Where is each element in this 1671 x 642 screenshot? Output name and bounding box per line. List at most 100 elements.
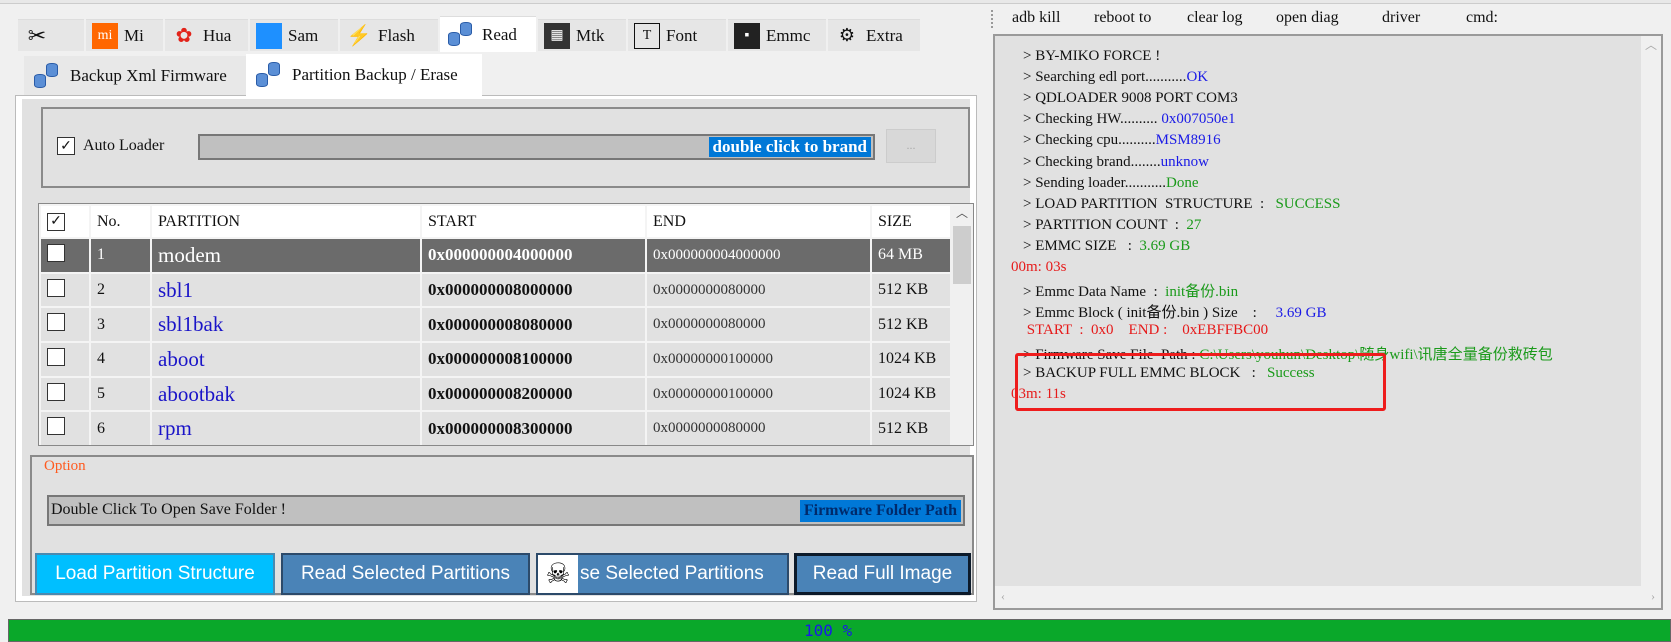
row-checkbox[interactable] xyxy=(47,313,65,332)
read-full-image-button[interactable]: Read Full Image xyxy=(794,553,971,595)
log-segment: 27 xyxy=(1186,216,1202,233)
tab-mi[interactable]: mi Mi xyxy=(86,19,163,51)
log-output: > BY-MIKO FORCE ! > Searching edl port...… xyxy=(993,34,1663,610)
log-segment: 00m: 03s xyxy=(1011,259,1067,275)
subtab-0[interactable]: Backup Xml Firmware xyxy=(24,56,246,95)
toolbar-cmd[interactable]: cmd: xyxy=(1466,9,1498,27)
select-all-checkbox[interactable]: ✓ xyxy=(47,212,65,231)
log-segment: > Checking brand........ xyxy=(1023,153,1161,170)
table-row[interactable]: 5 abootbak 0x000000008200000 0x000000001… xyxy=(39,375,952,413)
tab-font[interactable]: T Font xyxy=(628,19,726,51)
scroll-left-icon[interactable]: ‹ xyxy=(1001,589,1005,605)
log-line: > PARTITION COUNT : 27 xyxy=(1023,217,1201,234)
row-end: 0x0000000080000 xyxy=(645,271,872,309)
table-row[interactable]: 1 modem 0x000000004000000 0x000000004000… xyxy=(39,237,952,274)
toolbar-driver[interactable]: driver xyxy=(1382,9,1420,27)
tab-flash[interactable]: ⚡ Flash xyxy=(340,19,438,51)
row-checkbox[interactable] xyxy=(47,278,65,297)
erase-selected-label: se Selected Partitions xyxy=(580,563,764,584)
log-segment: SUCCESS xyxy=(1275,195,1341,212)
tab-label: Font xyxy=(666,25,698,45)
tab-sam[interactable]: Sam xyxy=(250,19,338,51)
row-start: 0x000000008200000 xyxy=(420,375,647,413)
log-segment: > EMMC SIZE : xyxy=(1023,237,1140,254)
read-selected-partitions-button[interactable]: Read Selected Partitions xyxy=(281,553,530,595)
subtab-1[interactable]: Partition Backup / Erase xyxy=(246,54,482,96)
scroll-right-icon[interactable]: › xyxy=(1651,589,1655,605)
tab-mtk[interactable]: ▦ Mtk xyxy=(538,19,626,51)
tab-tools[interactable]: ✂ xyxy=(18,19,84,51)
row-no: 6 xyxy=(89,410,152,445)
header-size[interactable]: SIZE xyxy=(870,204,952,239)
log-segment: 0x007050e1 xyxy=(1161,111,1236,128)
scroll-up-icon[interactable]: ︿ xyxy=(950,204,973,224)
tab-label: Mtk xyxy=(576,25,605,45)
log-segment: 3.69 GB xyxy=(1139,237,1191,254)
table-row[interactable]: 2 sbl1 0x000000008000000 0x0000000080000… xyxy=(39,271,952,309)
log-segment: > Checking cpu.......... xyxy=(1023,132,1156,149)
log-segment: > Sending loader........... xyxy=(1023,174,1167,191)
log-hscrollbar[interactable]: ‹ › xyxy=(995,586,1661,608)
tab-extra[interactable]: ⚙ Extra xyxy=(828,19,920,51)
table-row[interactable]: 4 aboot 0x000000008100000 0x000000001000… xyxy=(39,341,952,378)
table-row[interactable]: 3 sbl1bak 0x000000008080000 0x0000000080… xyxy=(39,306,952,344)
scroll-thumb[interactable] xyxy=(953,226,971,284)
row-partition: sbl1bak xyxy=(150,306,422,344)
tab-read[interactable]: Read xyxy=(440,16,536,52)
row-partition: modem xyxy=(150,237,422,274)
log-scrollbar[interactable]: ︿ xyxy=(1641,36,1661,586)
row-checkbox[interactable] xyxy=(47,417,65,436)
row-end: 0x0000000080000 xyxy=(645,306,872,344)
tab-emmc[interactable]: ▪ Emmc xyxy=(728,19,826,51)
toolbar-adb-kill[interactable]: adb kill xyxy=(1012,9,1060,27)
table-scrollbar[interactable]: ︿ xyxy=(950,204,973,445)
subtab-label: Partition Backup / Erase xyxy=(292,65,458,84)
toolbar-open-diag[interactable]: open diag xyxy=(1276,9,1339,27)
log-line: > Emmc Block ( init备份.bin ) Size : 3.69 … xyxy=(1023,301,1326,322)
row-end: 0x0000000080000 xyxy=(645,410,872,445)
row-checkbox[interactable] xyxy=(47,382,65,401)
log-segment: > LOAD PARTITION STRUCTURE : xyxy=(1023,195,1276,212)
partition-table: ✓ No. PARTITION START END SIZE 1 modem 0… xyxy=(38,203,974,446)
tools-icon: ✂ xyxy=(27,22,47,48)
header-end[interactable]: END xyxy=(645,204,872,239)
row-start: 0x000000004000000 xyxy=(420,237,647,274)
toolbar-reboot-to[interactable]: reboot to xyxy=(1094,9,1151,27)
log-line: > Searching edl port...........OK xyxy=(1023,69,1208,86)
log-segment: > PARTITION COUNT : xyxy=(1023,216,1187,233)
table-row[interactable]: 6 rpm 0x000000008300000 0x0000000080000 … xyxy=(39,410,952,445)
load-partition-structure-button[interactable]: Load Partition Structure xyxy=(35,553,275,595)
row-no: 5 xyxy=(89,375,152,413)
erase-selected-partitions-button[interactable]: ☠ se Selected Partitions xyxy=(536,553,789,595)
row-partition: aboot xyxy=(150,341,422,378)
tab-hua[interactable]: ✿ Hua xyxy=(165,19,248,51)
row-start: 0x000000008080000 xyxy=(420,306,647,344)
tab-label: Flash xyxy=(378,25,415,45)
chip-icon: ▦ xyxy=(544,22,570,49)
database-icon xyxy=(446,20,476,50)
firmware-folder-path[interactable]: Firmware Folder Path xyxy=(799,500,961,522)
log-line: > Checking cpu..........MSM8916 xyxy=(1023,132,1221,149)
save-folder-text: Double Click To Open Save Folder ! xyxy=(51,501,286,518)
header-partition[interactable]: PARTITION xyxy=(150,204,422,239)
header-no[interactable]: No. xyxy=(89,204,152,239)
skull-icon: ☠ xyxy=(538,555,578,593)
log-line: > QDLOADER 9008 PORT COM3 xyxy=(1023,90,1238,107)
browse-button[interactable]: ... xyxy=(886,129,936,163)
header-start[interactable]: START xyxy=(420,204,647,239)
row-checkbox[interactable] xyxy=(47,243,65,262)
scroll-up-icon[interactable]: ︿ xyxy=(1645,38,1657,52)
auto-loader-checkbox[interactable]: ✓ xyxy=(57,137,75,155)
log-line: > BY-MIKO FORCE ! xyxy=(1023,48,1160,65)
brand-field[interactable]: double click to brand xyxy=(198,134,875,160)
toolbar-clear-log[interactable]: clear log xyxy=(1187,9,1243,27)
row-checkbox[interactable] xyxy=(47,347,65,366)
log-segment: unknow xyxy=(1160,153,1209,170)
tab-label: Extra xyxy=(866,25,903,45)
row-end: 0x00000000100000 xyxy=(645,375,872,413)
save-folder-field[interactable]: Double Click To Open Save Folder ! Firmw… xyxy=(47,495,965,526)
log-line: 00m: 03s xyxy=(1011,259,1066,276)
tab-label: Sam xyxy=(288,25,319,45)
row-start: 0x000000008100000 xyxy=(420,341,647,378)
log-segment: 3.69 GB xyxy=(1275,305,1327,322)
